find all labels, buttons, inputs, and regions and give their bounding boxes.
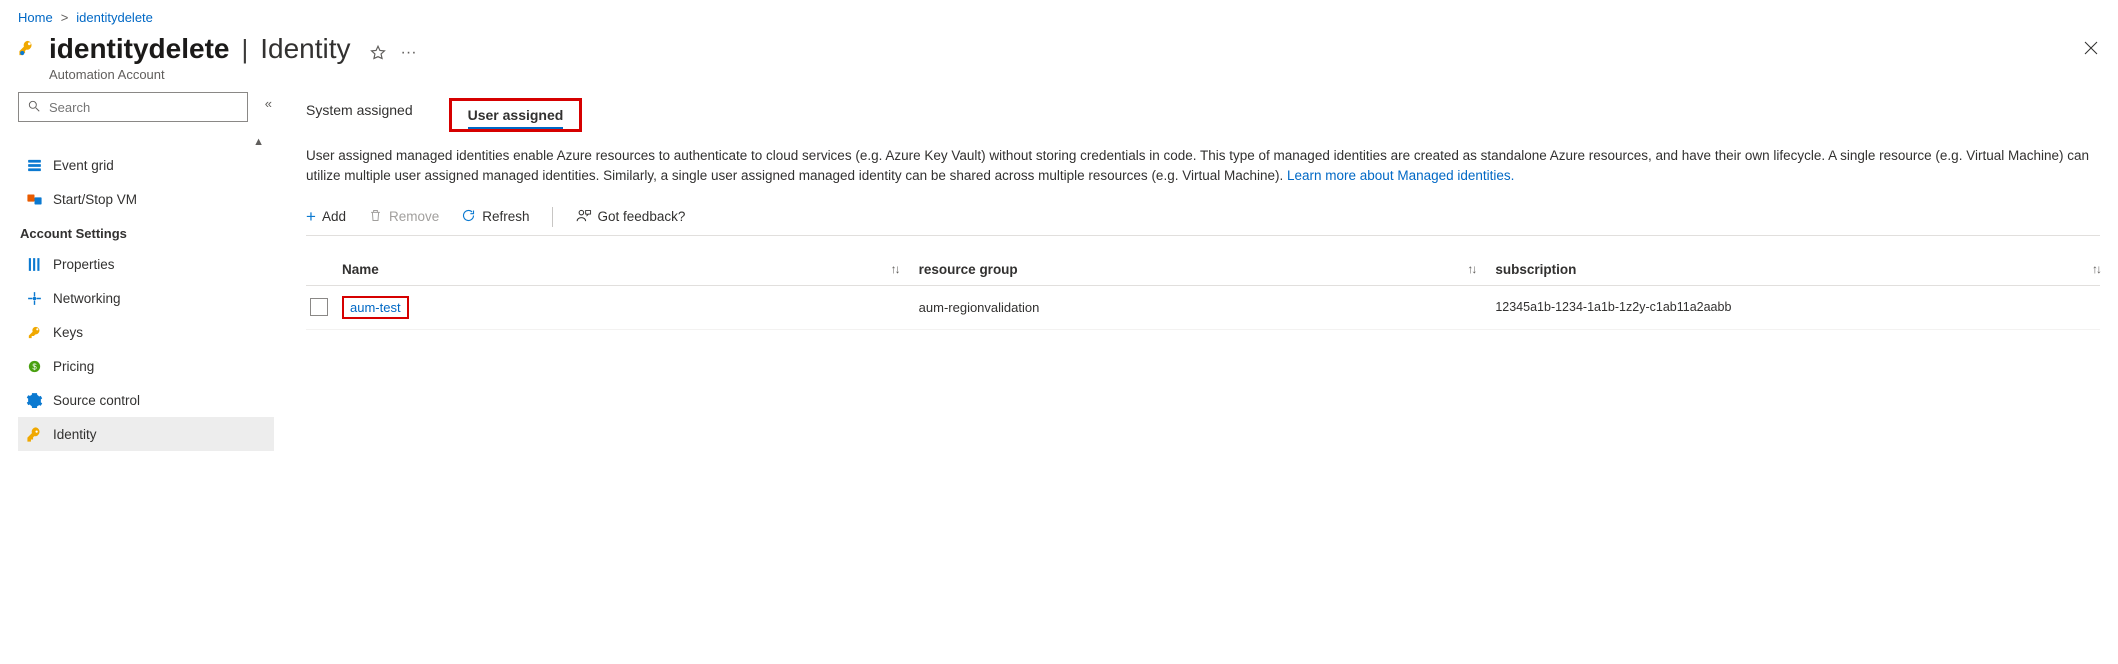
tab-description: User assigned managed identities enable … (306, 146, 2100, 187)
key-icon (26, 324, 43, 341)
sidebar-item-label: Source control (53, 393, 140, 408)
sidebar-item-label: Identity (53, 427, 97, 442)
sidebar-item-label: Start/Stop VM (53, 192, 137, 207)
more-ellipsis-icon[interactable]: ··· (401, 44, 417, 65)
sidebar-item-label: Keys (53, 325, 83, 340)
add-button-label: Add (322, 209, 346, 224)
sidebar-item-keys[interactable]: Keys (18, 315, 274, 349)
scroll-up-icon[interactable]: ▲ (18, 136, 274, 148)
favorite-star-icon[interactable] (369, 44, 387, 65)
vm-icon (26, 191, 43, 208)
sidebar-item-networking[interactable]: Networking (18, 281, 274, 315)
sidebar-item-properties[interactable]: Properties (18, 247, 274, 281)
page-header: identitydelete | Identity ··· Automation… (18, 33, 2100, 82)
tab-system-assigned[interactable]: System assigned (306, 98, 413, 132)
breadcrumb-home[interactable]: Home (18, 10, 53, 25)
sort-icon: ↑↓ (2072, 262, 2100, 276)
close-icon[interactable] (2082, 39, 2100, 63)
column-header-resource-group[interactable]: resource group ↑↓ (919, 262, 1496, 277)
tab-description-text: User assigned managed identities enable … (306, 148, 2089, 183)
breadcrumb-current[interactable]: identitydelete (76, 10, 153, 25)
identities-table: Name ↑↓ resource group ↑↓ subscription ↑… (306, 254, 2100, 330)
feedback-person-icon (575, 207, 592, 227)
sidebar-item-pricing[interactable]: $ Pricing (18, 349, 274, 383)
sidebar-item-label: Properties (53, 257, 115, 272)
page-subtitle: Automation Account (49, 67, 417, 82)
gear-icon (26, 392, 43, 409)
trash-icon (368, 208, 383, 226)
column-header-subscription[interactable]: subscription (1495, 262, 2072, 277)
sidebar: « ▲ Event grid (18, 92, 278, 451)
remove-button: Remove (368, 208, 439, 226)
properties-icon (26, 256, 43, 273)
toolbar: + Add Remove Refresh (306, 201, 2100, 236)
row-subscription: 12345a1b-1234-1a1b-1z2y-c1ab11a2aabb (1495, 300, 2072, 314)
feedback-button[interactable]: Got feedback? (575, 207, 686, 227)
networking-icon (26, 290, 43, 307)
identity-name-link[interactable]: aum-test (350, 300, 401, 315)
sidebar-item-start-stop-vm[interactable]: Start/Stop VM (18, 182, 274, 216)
sidebar-section-heading: Account Settings (18, 216, 274, 247)
pricing-icon: $ (26, 358, 43, 375)
column-header-label: resource group (919, 262, 1018, 277)
page-title-section: Identity (260, 33, 350, 65)
sidebar-item-label: Pricing (53, 359, 94, 374)
svg-text:$: $ (32, 362, 37, 371)
event-grid-icon (26, 157, 43, 174)
column-header-label: Name (342, 262, 379, 277)
add-button[interactable]: + Add (306, 207, 346, 227)
column-header-label: subscription (1495, 262, 1576, 277)
title-pipe: | (241, 34, 248, 65)
table-header-row: Name ↑↓ resource group ↑↓ subscription ↑… (306, 254, 2100, 286)
plus-icon: + (306, 207, 316, 227)
refresh-button-label: Refresh (482, 209, 529, 224)
sort-icon: ↑↓ (1467, 262, 1475, 276)
main-content: System assigned User assigned User assig… (278, 92, 2100, 451)
sidebar-item-identity[interactable]: Identity (18, 417, 274, 451)
row-resource-group: aum-regionvalidation (919, 300, 1496, 315)
refresh-icon (461, 208, 476, 226)
chevron-right-icon: > (61, 10, 69, 25)
learn-more-link[interactable]: Learn more about Managed identities. (1287, 168, 1514, 183)
toolbar-separator (552, 207, 553, 227)
table-row: aum-test aum-regionvalidation 12345a1b-1… (306, 286, 2100, 330)
page-title-main: identitydelete (49, 33, 229, 65)
column-header-name[interactable]: Name ↑↓ (342, 262, 919, 277)
row-checkbox[interactable] (310, 298, 328, 316)
feedback-button-label: Got feedback? (598, 209, 686, 224)
search-icon (27, 99, 41, 116)
sidebar-item-event-grid[interactable]: Event grid (18, 148, 274, 182)
identity-tabs: System assigned User assigned (306, 98, 2100, 132)
sidebar-item-source-control[interactable]: Source control (18, 383, 274, 417)
sidebar-item-label: Event grid (53, 158, 114, 173)
automation-key-icon (18, 39, 35, 56)
tab-user-assigned[interactable]: User assigned (449, 98, 583, 132)
sort-icon: ↑↓ (891, 262, 899, 276)
sidebar-item-label: Networking (53, 291, 121, 306)
search-input[interactable] (47, 99, 239, 116)
refresh-button[interactable]: Refresh (461, 208, 529, 226)
breadcrumb: Home > identitydelete (18, 10, 2100, 25)
collapse-sidebar-icon[interactable]: « (265, 96, 272, 111)
sidebar-search[interactable] (18, 92, 248, 122)
remove-button-label: Remove (389, 209, 439, 224)
identity-key-icon (26, 426, 43, 443)
